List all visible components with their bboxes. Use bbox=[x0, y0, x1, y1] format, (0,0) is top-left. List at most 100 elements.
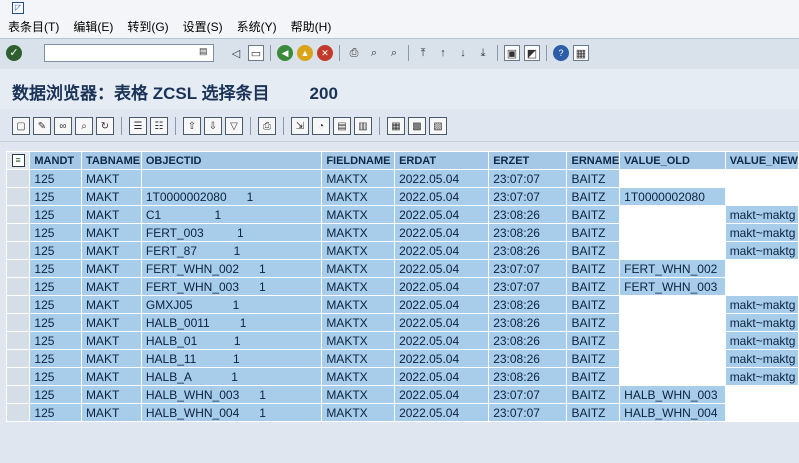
cell-erzet[interactable]: 23:08:26 bbox=[488, 205, 568, 224]
cell-erzet[interactable]: 23:08:26 bbox=[488, 349, 568, 368]
column-header-fieldname[interactable]: FIELDNAME bbox=[321, 151, 396, 170]
cell-ername[interactable]: BAITZ bbox=[566, 313, 621, 332]
cell-ername[interactable]: BAITZ bbox=[566, 331, 621, 350]
cell-mandt[interactable]: 125 bbox=[29, 205, 82, 224]
exit-icon[interactable]: ▲ bbox=[297, 45, 313, 61]
row-selector[interactable] bbox=[6, 367, 31, 386]
cell-erzet[interactable]: 23:08:26 bbox=[488, 295, 568, 314]
table-row[interactable]: 125 MAKT FERT_WHN_002 1 MAKTX 2022.05.04 23:0… bbox=[6, 259, 799, 278]
cell-fieldname[interactable]: MAKTX bbox=[321, 385, 396, 404]
cell-ername[interactable]: BAITZ bbox=[566, 277, 621, 296]
row-selector[interactable] bbox=[6, 205, 31, 224]
cell-ername[interactable]: BAITZ bbox=[566, 367, 621, 386]
table-row[interactable]: 125 MAKT GMXJ05 1 MAKTX 2022.05.04 23:08:26 BA… bbox=[6, 295, 799, 314]
cell-mandt[interactable]: 125 bbox=[29, 403, 82, 422]
cell-erdat[interactable]: 2022.05.04 bbox=[394, 169, 490, 188]
cell-erzet[interactable]: 23:08:26 bbox=[488, 241, 568, 260]
find-next-icon[interactable]: ⌕ bbox=[386, 45, 402, 61]
row-selector[interactable] bbox=[6, 259, 31, 278]
cell-erdat[interactable]: 2022.05.04 bbox=[394, 223, 490, 242]
shortcut-icon[interactable]: ◩ bbox=[524, 45, 540, 61]
word-processing-icon[interactable]: ▥ bbox=[354, 117, 372, 135]
cell-value-old[interactable] bbox=[619, 331, 726, 350]
cell-fieldname[interactable]: MAKTX bbox=[321, 169, 396, 188]
column-header-erdat[interactable]: ERDAT bbox=[394, 151, 490, 170]
command-field[interactable] bbox=[44, 44, 214, 62]
cell-erzet[interactable]: 23:08:26 bbox=[488, 313, 568, 332]
cell-value-old[interactable] bbox=[619, 169, 726, 188]
new-session-icon[interactable]: ▣ bbox=[504, 45, 520, 61]
export-icon[interactable]: ⇲ bbox=[291, 117, 309, 135]
row-selector[interactable] bbox=[6, 277, 31, 296]
sort-ascending-icon[interactable]: ⇧ bbox=[183, 117, 201, 135]
cell-tabname[interactable]: MAKT bbox=[80, 205, 142, 224]
cell-value-new[interactable]: makt~maktg bbox=[724, 241, 799, 260]
cell-mandt[interactable]: 125 bbox=[29, 241, 82, 260]
cell-value-old[interactable]: FERT_WHN_003 bbox=[619, 277, 726, 296]
cell-erdat[interactable]: 2022.05.04 bbox=[394, 295, 490, 314]
table-row[interactable]: 125 MAKT C1 1 MAKTX 2022.05.04 23:08:26 BAITZ m… bbox=[6, 205, 799, 224]
cell-tabname[interactable]: MAKT bbox=[80, 223, 142, 242]
save-icon[interactable]: ▭ bbox=[248, 45, 264, 61]
column-header-erzet[interactable]: ERZET bbox=[488, 151, 568, 170]
cell-value-new[interactable]: makt~maktg bbox=[724, 313, 799, 332]
cancel-icon[interactable]: ✕ bbox=[317, 45, 333, 61]
cell-ername[interactable]: BAITZ bbox=[566, 259, 621, 278]
cell-tabname[interactable]: MAKT bbox=[80, 313, 142, 332]
cell-mandt[interactable]: 125 bbox=[29, 331, 82, 350]
cell-objectid[interactable]: HALB_11 1 bbox=[140, 349, 323, 368]
cell-fieldname[interactable]: MAKTX bbox=[321, 295, 396, 314]
choose-layout-icon[interactable]: ▦ bbox=[387, 117, 405, 135]
table-row[interactable]: 125 MAKT HALB_A 1 MAKTX 2022.05.04 23:08:26 BA… bbox=[6, 367, 799, 386]
row-selector[interactable] bbox=[6, 241, 31, 260]
cell-value-new[interactable]: makt~maktg bbox=[724, 205, 799, 224]
cell-mandt[interactable]: 125 bbox=[29, 169, 82, 188]
cell-mandt[interactable]: 125 bbox=[29, 223, 82, 242]
cell-mandt[interactable]: 125 bbox=[29, 259, 82, 278]
row-selector[interactable] bbox=[6, 313, 31, 332]
row-selector[interactable] bbox=[6, 295, 31, 314]
cell-tabname[interactable]: MAKT bbox=[80, 385, 142, 404]
table-row[interactable]: 125 MAKT HALB_WHN_003 1 MAKTX 2022.05.04 23:0… bbox=[6, 385, 799, 404]
print-icon[interactable]: ⎙ bbox=[346, 45, 362, 61]
row-selector[interactable] bbox=[6, 169, 31, 188]
cell-ername[interactable]: BAITZ bbox=[566, 295, 621, 314]
last-page-icon[interactable]: ⤓ bbox=[475, 45, 491, 61]
cell-fieldname[interactable]: MAKTX bbox=[321, 349, 396, 368]
cell-fieldname[interactable]: MAKTX bbox=[321, 241, 396, 260]
print-preview-icon[interactable]: ⎙ bbox=[258, 117, 276, 135]
find-icon[interactable]: ⌕ bbox=[366, 45, 382, 61]
cell-objectid[interactable]: HALB_WHN_004 1 bbox=[140, 403, 323, 422]
display-icon[interactable]: ∞ bbox=[54, 117, 72, 135]
menu-item-entries[interactable]: 表条目(T) bbox=[8, 18, 59, 35]
cell-value-new[interactable] bbox=[724, 403, 799, 422]
cell-mandt[interactable]: 125 bbox=[29, 313, 82, 332]
cell-ername[interactable]: BAITZ bbox=[566, 385, 621, 404]
cell-objectid[interactable]: C1 1 bbox=[140, 205, 323, 224]
cell-fieldname[interactable]: MAKTX bbox=[321, 223, 396, 242]
cell-fieldname[interactable]: MAKTX bbox=[321, 277, 396, 296]
cell-erzet[interactable]: 23:08:26 bbox=[488, 223, 568, 242]
cell-ername[interactable]: BAITZ bbox=[566, 241, 621, 260]
cell-tabname[interactable]: MAKT bbox=[80, 349, 142, 368]
collapse-left-icon[interactable]: ◁ bbox=[228, 45, 244, 61]
cell-value-new[interactable]: makt~maktg bbox=[724, 349, 799, 368]
cell-erdat[interactable]: 2022.05.04 bbox=[394, 313, 490, 332]
cell-erdat[interactable]: 2022.05.04 bbox=[394, 277, 490, 296]
cell-value-old[interactable]: HALB_WHN_004 bbox=[619, 403, 726, 422]
cell-erdat[interactable]: 2022.05.04 bbox=[394, 205, 490, 224]
cell-value-old[interactable] bbox=[619, 313, 726, 332]
chart-icon[interactable]: ◔ bbox=[312, 117, 330, 135]
row-selector[interactable] bbox=[6, 187, 31, 206]
cell-value-new[interactable] bbox=[724, 385, 799, 404]
table-row[interactable]: 125 MAKT FERT_WHN_003 1 MAKTX 2022.05.04 23:0… bbox=[6, 277, 799, 296]
change-icon[interactable]: ✎ bbox=[33, 117, 51, 135]
cell-erdat[interactable]: 2022.05.04 bbox=[394, 241, 490, 260]
previous-page-icon[interactable]: ↑ bbox=[435, 45, 451, 61]
cell-value-old[interactable] bbox=[619, 349, 726, 368]
cell-value-old[interactable] bbox=[619, 367, 726, 386]
cell-fieldname[interactable]: MAKTX bbox=[321, 331, 396, 350]
cell-value-old[interactable] bbox=[619, 205, 726, 224]
cell-value-old[interactable]: 1T0000002080 bbox=[619, 187, 726, 206]
cell-value-new[interactable]: makt~maktg bbox=[724, 367, 799, 386]
